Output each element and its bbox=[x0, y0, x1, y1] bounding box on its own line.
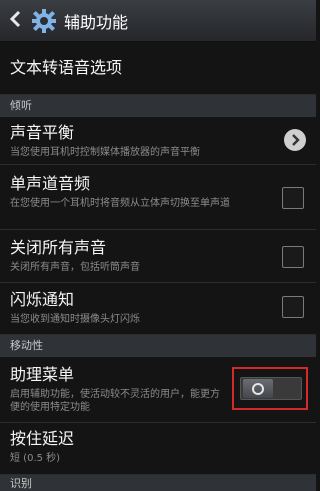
highlight-box bbox=[232, 367, 308, 410]
hold-delay-title: 按住延迟 bbox=[10, 429, 75, 448]
action-bar: 辅助功能 bbox=[0, 0, 316, 42]
toggle-knob[interactable] bbox=[243, 379, 273, 398]
flash-notification-item[interactable]: 闪烁通知 当您收到通知时摄像头灯闪烁 bbox=[0, 283, 316, 335]
mono-audio-summary: 在您使用一个耳机时将音频从立体声切换至单声道 bbox=[10, 198, 230, 209]
flash-notification-checkbox[interactable] bbox=[282, 296, 304, 318]
tts-options-item[interactable]: 文本转语音选项 bbox=[0, 43, 316, 95]
toggle-off-icon bbox=[252, 382, 264, 395]
mono-audio-checkbox[interactable] bbox=[282, 187, 304, 209]
chevron-right-icon[interactable] bbox=[284, 129, 306, 151]
gear-icon bbox=[30, 7, 58, 35]
section-header-recognition: 识别 bbox=[0, 475, 316, 491]
back-button[interactable] bbox=[0, 0, 30, 42]
page-title: 辅助功能 bbox=[64, 12, 129, 32]
sound-balance-item[interactable]: 声音平衡 当您使用耳机时控制媒体播放器的声音平衡 bbox=[0, 117, 316, 165]
sound-balance-title: 声音平衡 bbox=[10, 123, 75, 142]
chevron-left-icon bbox=[9, 10, 21, 32]
mute-all-title: 关闭所有声音 bbox=[10, 238, 107, 257]
hold-delay-item[interactable]: 按住延迟 短 (0.5 秒) bbox=[0, 423, 316, 475]
tts-options-title: 文本转语音选项 bbox=[10, 58, 123, 77]
flash-notification-summary: 当您收到通知时摄像头灯闪烁 bbox=[10, 314, 140, 325]
mono-audio-title: 单声道音频 bbox=[10, 174, 91, 193]
mute-all-summary: 关闭所有声音，包括听筒声音 bbox=[10, 262, 140, 273]
mute-all-checkbox[interactable] bbox=[282, 246, 304, 268]
assistant-menu-summary: 启用辅助功能，使活动较不灵活的用户，能更方便的使用特定功能 bbox=[10, 389, 220, 413]
section-header-mobility: 移动性 bbox=[0, 335, 316, 357]
flash-notification-title: 闪烁通知 bbox=[10, 290, 75, 309]
assistant-menu-toggle[interactable] bbox=[240, 377, 302, 400]
mono-audio-item[interactable]: 单声道音频 在您使用一个耳机时将音频从立体声切换至单声道 bbox=[0, 165, 316, 230]
mute-all-item[interactable]: 关闭所有声音 关闭所有声音，包括听筒声音 bbox=[0, 230, 316, 283]
sound-balance-summary: 当您使用耳机时控制媒体播放器的声音平衡 bbox=[10, 147, 200, 158]
hold-delay-summary: 短 (0.5 秒) bbox=[10, 453, 61, 464]
section-header-hearing: 倾听 bbox=[0, 95, 316, 117]
